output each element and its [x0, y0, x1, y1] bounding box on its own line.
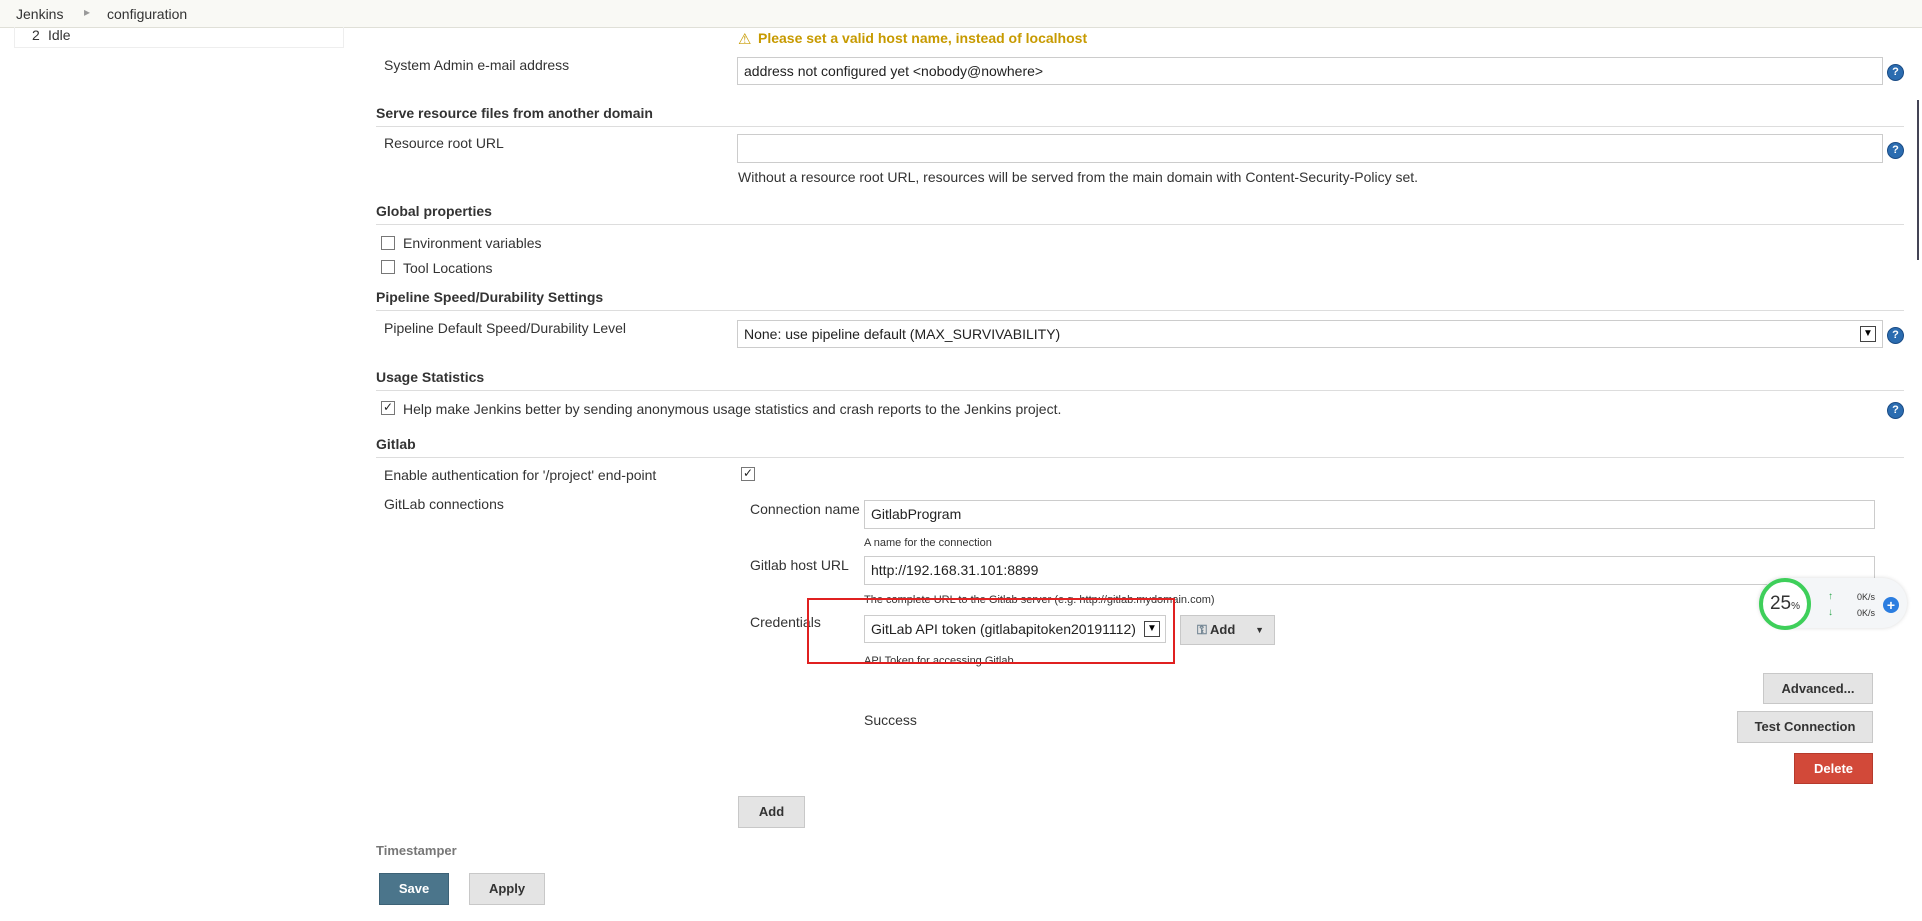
advanced-button[interactable]: Advanced... — [1763, 673, 1873, 704]
cpu-percent: 25 — [1769, 593, 1792, 614]
env-vars-checkbox[interactable] — [381, 236, 395, 250]
upload-arrow-icon: ↑ — [1828, 591, 1833, 602]
tool-locations-label: Tool Locations — [403, 260, 493, 276]
host-url-label: Gitlab host URL — [750, 557, 849, 573]
connection-name-input[interactable]: GitlabProgram — [864, 500, 1875, 529]
footer-bar — [0, 858, 1922, 921]
breadcrumb: Jenkins ▸ configuration — [0, 0, 1922, 28]
help-icon[interactable]: ? — [1887, 402, 1904, 419]
hostname-warning: Please set a valid host name, instead of… — [758, 30, 1088, 46]
cpu-ring: 25% — [1759, 578, 1811, 630]
gitlab-auth-label: Enable authentication for '/project' end… — [384, 467, 657, 483]
key-icon: ⚿ — [1197, 622, 1207, 637]
add-credentials-button[interactable]: ⚿ Add ▼ — [1180, 615, 1275, 645]
gitlab-heading: Gitlab — [376, 436, 1904, 458]
gitlab-connections-label: GitLab connections — [384, 496, 504, 512]
download-speed: 0K/s — [1857, 608, 1876, 618]
resource-root-url-label: Resource root URL — [384, 135, 504, 151]
plus-icon[interactable]: + — [1883, 597, 1899, 613]
executor-number: 2 — [32, 27, 40, 43]
scrollbar-thumb[interactable] — [1917, 100, 1919, 260]
help-icon[interactable]: ? — [1887, 327, 1904, 344]
resource-root-url-hint: Without a resource root URL, resources w… — [738, 169, 1419, 185]
delete-button[interactable]: Delete — [1794, 753, 1873, 784]
cpu-percent-sign: % — [1791, 601, 1801, 612]
test-connection-button[interactable]: Test Connection — [1737, 711, 1873, 743]
help-icon[interactable]: ? — [1887, 142, 1904, 159]
resource-root-url-input[interactable] — [737, 134, 1883, 163]
pipeline-speed-selected: None: use pipeline default (MAX_SURVIVAB… — [744, 326, 1061, 342]
apply-button[interactable]: Apply — [469, 873, 545, 905]
highlight-box — [807, 598, 1175, 664]
download-arrow-icon: ↓ — [1828, 607, 1833, 618]
breadcrumb-separator: ▸ — [84, 5, 91, 19]
caret-down-icon: ▼ — [1255, 625, 1264, 635]
usage-stats-checkbox[interactable]: ✓ — [381, 401, 395, 415]
usage-stats-label: Help make Jenkins better by sending anon… — [403, 401, 1062, 417]
tool-locations-checkbox[interactable] — [381, 260, 395, 274]
breadcrumb-configuration[interactable]: configuration — [107, 6, 187, 22]
env-vars-label: Environment variables — [403, 235, 542, 251]
connection-name-hint: A name for the connection — [864, 537, 992, 549]
usage-stats-heading: Usage Statistics — [376, 369, 1904, 391]
connection-name-label: Connection name — [750, 501, 860, 517]
timestamper-heading: Timestamper — [376, 843, 457, 858]
resource-section-heading: Serve resource files from another domain — [376, 105, 1904, 127]
host-url-input[interactable]: http://192.168.31.101:8899 — [864, 556, 1875, 585]
executor-status: Idle — [48, 27, 71, 43]
gitlab-auth-checkbox[interactable]: ✓ — [741, 467, 755, 481]
global-properties-heading: Global properties — [376, 203, 1904, 225]
save-button[interactable]: Save — [379, 873, 449, 905]
pipeline-speed-select[interactable]: None: use pipeline default (MAX_SURVIVAB… — [737, 320, 1883, 348]
admin-email-input[interactable]: address not configured yet <nobody@nowhe… — [737, 57, 1883, 85]
admin-email-label: System Admin e-mail address — [384, 57, 570, 73]
breadcrumb-jenkins[interactable]: Jenkins — [16, 6, 63, 22]
warning-icon: ⚠ — [738, 31, 752, 48]
pipeline-speed-heading: Pipeline Speed/Durability Settings — [376, 289, 1904, 311]
pipeline-speed-field-label: Pipeline Default Speed/Durability Level — [384, 320, 627, 336]
add-credentials-label: Add — [1210, 622, 1236, 637]
executor-panel: 2 Idle — [14, 27, 344, 48]
upload-speed: 0K/s — [1857, 592, 1876, 602]
help-icon[interactable]: ? — [1887, 64, 1904, 81]
connection-status: Success — [864, 712, 917, 728]
chevron-down-icon[interactable]: ▼ — [1860, 326, 1876, 342]
add-connection-button[interactable]: Add — [738, 796, 805, 828]
